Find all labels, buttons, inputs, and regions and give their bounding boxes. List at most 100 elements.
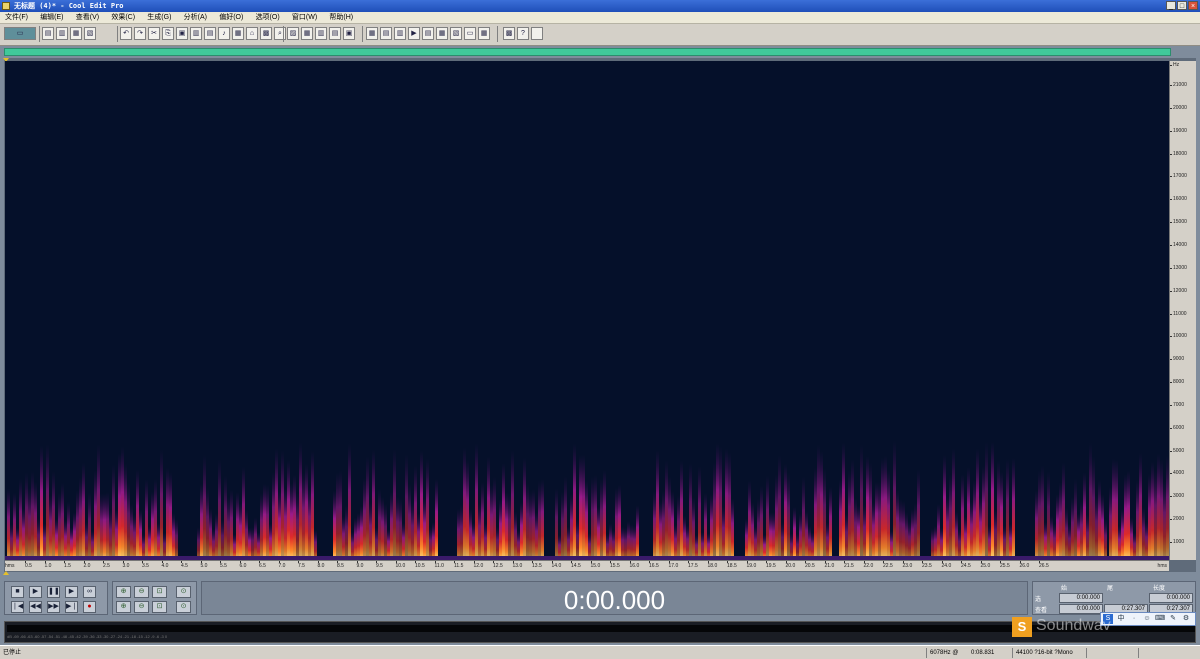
cut-icon[interactable]: ✂ xyxy=(148,27,160,40)
energy-burst xyxy=(402,522,405,560)
zoom-full-icon[interactable]: ⊡ xyxy=(152,586,167,598)
normalize-icon[interactable]: ▤ xyxy=(380,27,392,40)
menu-options[interactable]: 选项(O) xyxy=(251,12,285,24)
find-icon[interactable]: ⌕ xyxy=(274,27,286,40)
energy-burst xyxy=(1115,459,1118,560)
help-icon[interactable] xyxy=(531,27,543,40)
save-as-icon[interactable]: ▧ xyxy=(84,27,96,40)
energy-burst xyxy=(905,511,908,560)
selection-begin-field[interactable]: 0:00.000 xyxy=(1059,593,1103,603)
noise-icon[interactable]: ▤ xyxy=(422,27,434,40)
zoom-in-horizontal-icon[interactable]: ⊕ xyxy=(116,586,131,598)
energy-burst xyxy=(460,504,463,560)
scripts-icon[interactable]: ? xyxy=(517,27,529,40)
copy-icon[interactable]: ⎘ xyxy=(162,27,174,40)
zoom-right-icon[interactable]: ⊖ xyxy=(134,601,149,613)
settings-icon[interactable]: ▩ xyxy=(503,27,515,40)
redo-icon[interactable]: ↷ xyxy=(134,27,146,40)
amplify-icon[interactable]: ▤ xyxy=(329,27,341,40)
energy-burst xyxy=(674,524,677,560)
envelope-icon[interactable]: ▣ xyxy=(343,27,355,40)
time-tick-label: 7.5 xyxy=(298,561,305,569)
menu-help[interactable]: 帮助(H) xyxy=(324,12,358,24)
cd-icon[interactable]: ▥ xyxy=(315,27,327,40)
zoom-out-vertical-icon[interactable]: ⊙ xyxy=(176,601,191,613)
energy-burst xyxy=(535,511,538,560)
close-button[interactable]: × xyxy=(1188,1,1198,10)
zoom-left-icon[interactable]: ⊕ xyxy=(116,601,131,613)
menu-file[interactable]: 文件(F) xyxy=(0,12,33,24)
delay-icon[interactable]: ▧ xyxy=(450,27,462,40)
energy-burst xyxy=(820,451,823,560)
energy-burst xyxy=(991,442,994,560)
overview-bar[interactable] xyxy=(4,48,1171,56)
edit-view-icon[interactable]: ▨ xyxy=(287,27,299,40)
selection-length-field[interactable]: 0:00.000 xyxy=(1149,593,1193,603)
paste-icon[interactable]: ▣ xyxy=(176,27,188,40)
menu-window[interactable]: 窗口(W) xyxy=(287,12,322,24)
energy-burst xyxy=(902,500,905,560)
menu-view[interactable]: 查看(V) xyxy=(71,12,104,24)
loop-button[interactable]: ∞ xyxy=(83,586,96,598)
filter-icon[interactable]: ▦ xyxy=(366,27,378,40)
energy-burst xyxy=(1151,461,1154,560)
record-button[interactable]: ● xyxy=(83,601,96,613)
energy-burst xyxy=(139,509,142,560)
mix-paste-icon[interactable]: ▤ xyxy=(204,27,216,40)
generate-icon[interactable]: ▦ xyxy=(478,27,490,40)
play-preview-icon[interactable]: ▶ xyxy=(408,27,420,40)
crop-icon[interactable]: ⌂ xyxy=(246,27,258,40)
time-tick-label: 21.5 xyxy=(844,561,854,569)
play-button[interactable]: ▶ xyxy=(29,586,42,598)
zoom-selection-icon[interactable]: ⊡ xyxy=(152,601,167,613)
zoom-out-horizontal-icon[interactable]: ⊖ xyxy=(134,586,149,598)
menu-effects[interactable]: 效果(C) xyxy=(106,12,140,24)
menu-analyze[interactable]: 分析(A) xyxy=(179,12,212,24)
spectral-icon[interactable]: ▩ xyxy=(260,27,272,40)
view-begin-field[interactable]: 0:00.000 xyxy=(1059,604,1103,614)
paste-new-icon[interactable]: ▥ xyxy=(190,27,202,40)
zoom-in-vertical-icon[interactable]: ⊙ xyxy=(176,586,191,598)
menu-generate[interactable]: 生成(G) xyxy=(142,12,176,24)
stretch-icon[interactable]: ▥ xyxy=(394,27,406,40)
note-icon[interactable]: ♪ xyxy=(218,27,230,40)
pause-button[interactable]: ❚❚ xyxy=(47,586,60,598)
open-file-icon[interactable]: ▥ xyxy=(56,27,68,40)
energy-burst xyxy=(823,468,826,560)
go-end-button[interactable]: ▶❘ xyxy=(65,601,78,613)
toolbar-separator xyxy=(497,26,498,42)
maximize-button[interactable]: □ xyxy=(1177,1,1187,10)
new-file-icon[interactable]: ▤ xyxy=(42,27,54,40)
energy-burst xyxy=(390,491,393,560)
spectrogram-view[interactable] xyxy=(5,61,1169,560)
menu-favorites[interactable]: 偏好(O) xyxy=(214,12,248,24)
menu-edit[interactable]: 编辑(E) xyxy=(35,12,68,24)
energy-burst xyxy=(396,496,399,560)
silence-icon[interactable]: ▭ xyxy=(464,27,476,40)
cursor-marker-bottom[interactable] xyxy=(3,571,9,575)
energy-burst xyxy=(701,532,704,560)
rewind-button[interactable]: ◀◀ xyxy=(29,601,42,613)
energy-burst xyxy=(293,474,296,560)
play-to-end-button[interactable]: ▶ xyxy=(65,586,78,598)
stop-button[interactable]: ■ xyxy=(11,586,24,598)
energy-burst xyxy=(64,520,67,560)
minimize-button[interactable]: _ xyxy=(1166,1,1176,10)
energy-burst xyxy=(311,451,314,560)
energy-burst xyxy=(1130,517,1133,560)
undo-icon[interactable]: ↶ xyxy=(120,27,132,40)
energy-burst xyxy=(91,530,94,560)
time-tick-label: 11.5 xyxy=(454,561,464,569)
fast-forward-button[interactable]: ▶▶ xyxy=(47,601,60,613)
energy-burst xyxy=(1009,523,1012,560)
save-icon[interactable]: ▦ xyxy=(70,27,82,40)
go-start-button[interactable]: ❘◀ xyxy=(11,601,24,613)
trim-icon[interactable]: ▦ xyxy=(232,27,244,40)
energy-burst xyxy=(961,474,964,560)
energy-burst xyxy=(88,492,91,560)
reverb-icon[interactable]: ▦ xyxy=(436,27,448,40)
energy-burst xyxy=(866,456,869,560)
waveform-toggle-button[interactable]: ▭ xyxy=(4,27,36,40)
energy-burst xyxy=(949,474,952,560)
multitrack-icon[interactable]: ▦ xyxy=(301,27,313,40)
